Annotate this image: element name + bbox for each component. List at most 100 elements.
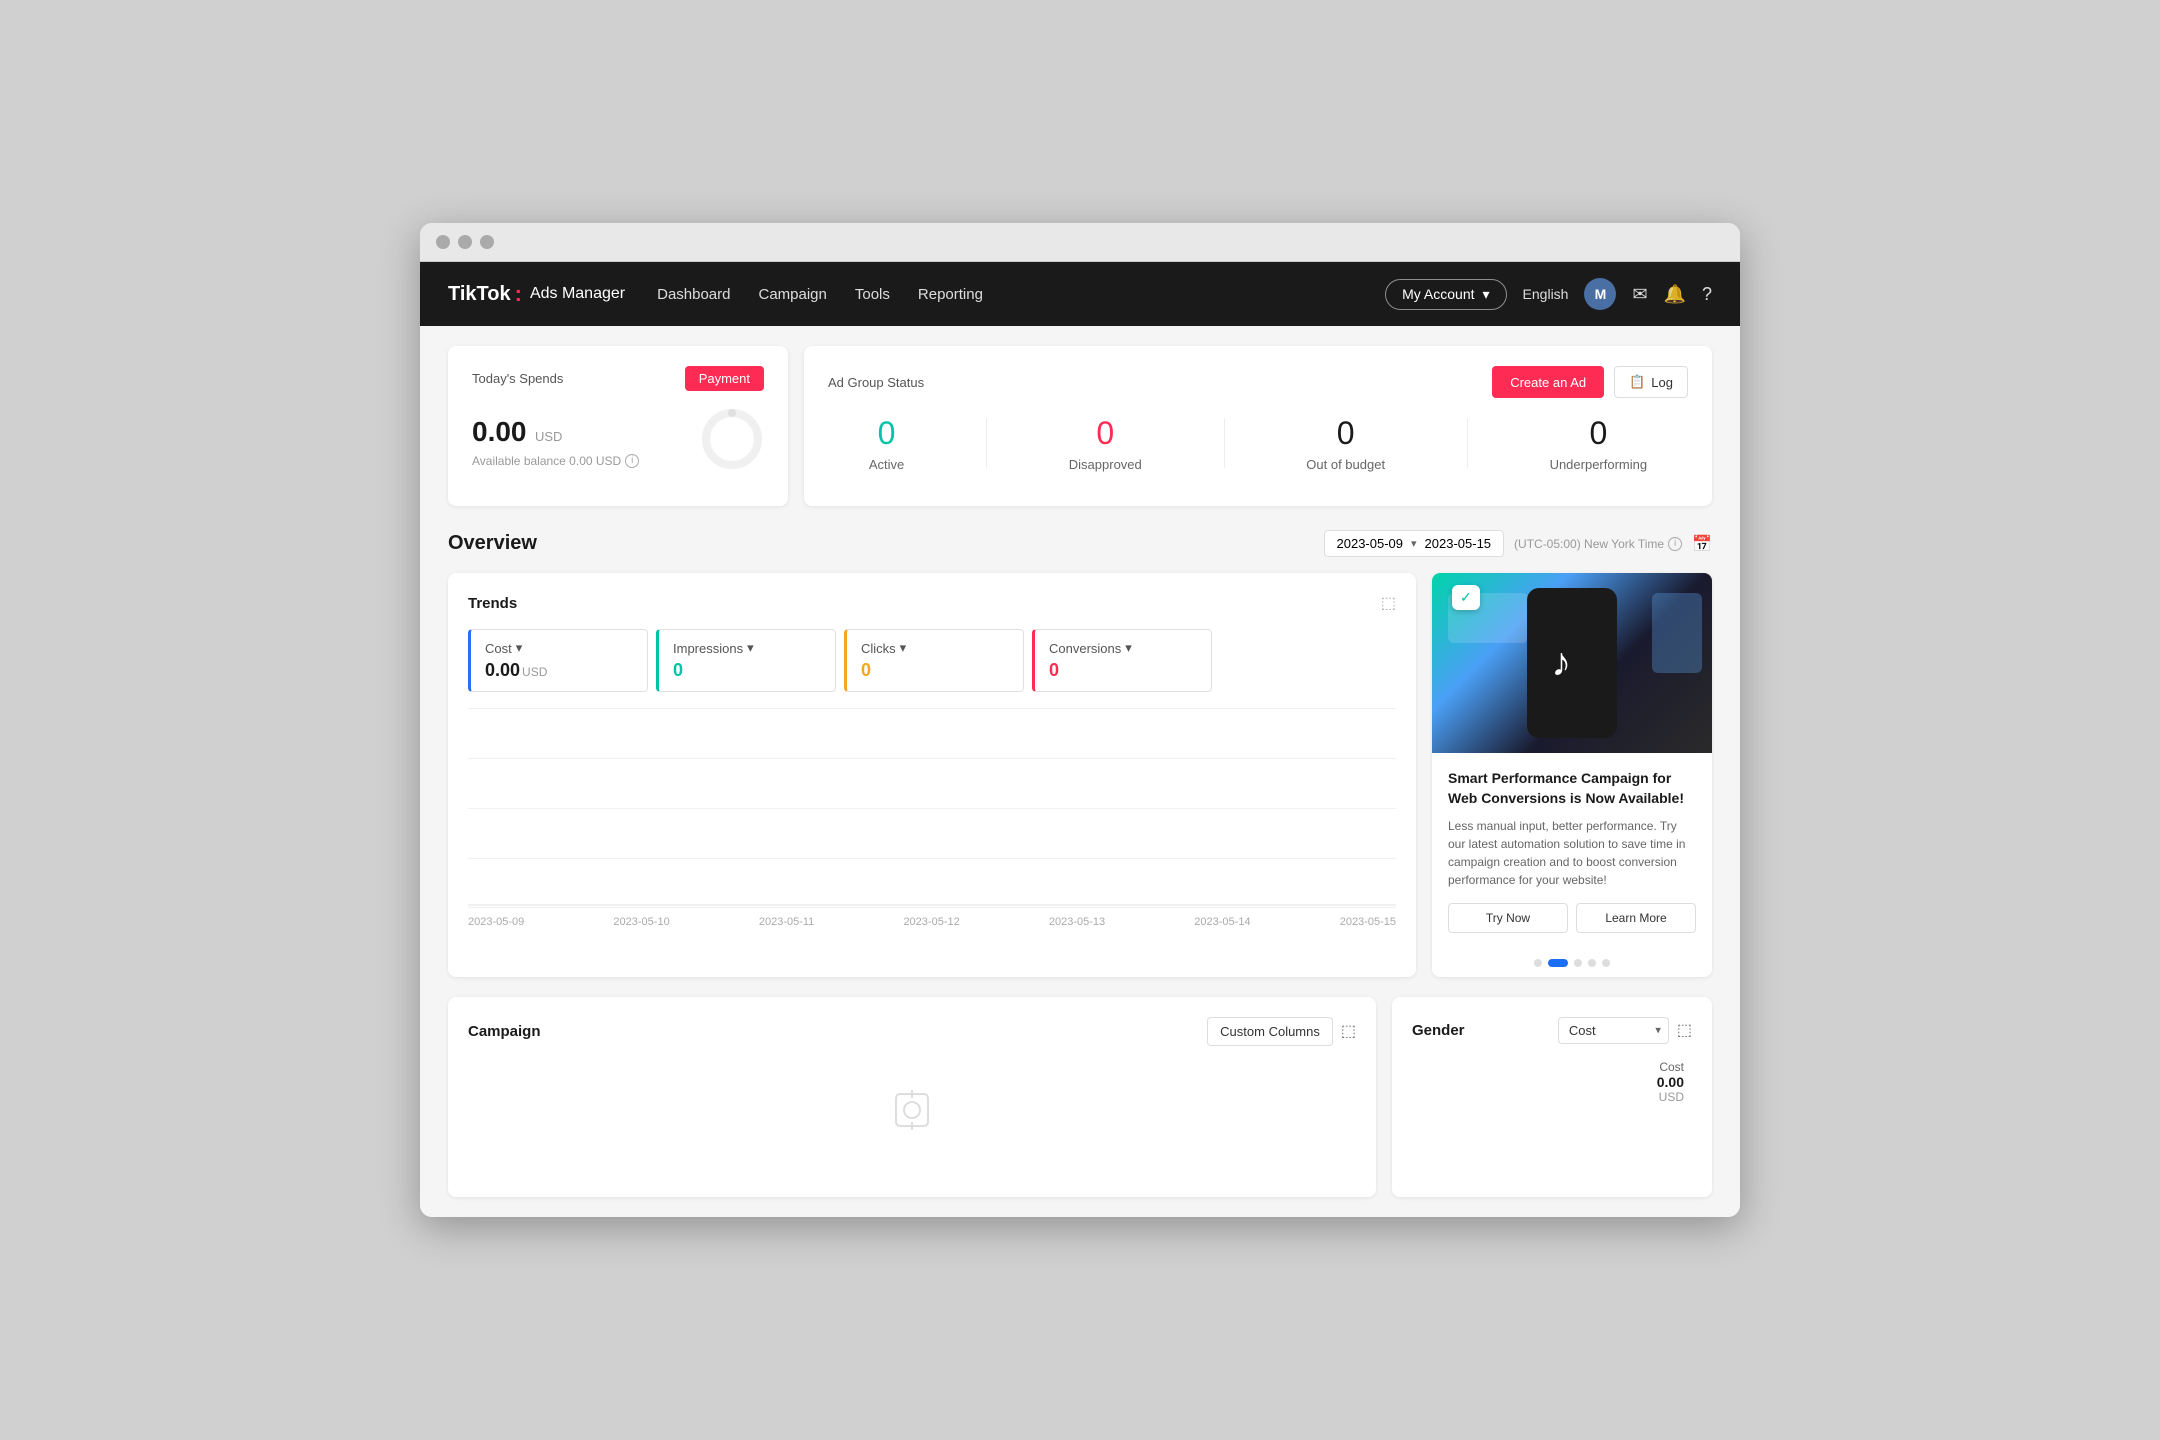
cost-dropdown[interactable]: Cost Impressions Clicks	[1558, 1017, 1669, 1044]
bell-icon[interactable]: 🔔	[1664, 284, 1686, 305]
date-start: 2023-05-09	[1337, 536, 1404, 551]
trends-card: Trends ⬚ Cost ▾ 0.00USD	[448, 573, 1416, 976]
metric-pill-conversions[interactable]: Conversions ▾ 0	[1032, 629, 1212, 692]
balance-info-icon[interactable]: i	[625, 454, 639, 468]
gender-chart-area: Cost 0.00 USD	[1412, 1060, 1692, 1104]
promo-dot-5[interactable]	[1602, 959, 1610, 967]
x-label-4: 2023-05-13	[1049, 916, 1105, 928]
promo-title: Smart Performance Campaign for Web Conve…	[1448, 769, 1696, 808]
status-underperforming-label: Underperforming	[1550, 457, 1648, 472]
create-ad-button[interactable]: Create an Ad	[1492, 366, 1604, 398]
my-account-button[interactable]: My Account ▾	[1385, 279, 1506, 310]
campaign-header: Campaign Custom Columns ⬚	[468, 1017, 1356, 1046]
status-metric-disapproved: 0 Disapproved	[1069, 414, 1142, 471]
promo-dot-1[interactable]	[1534, 959, 1542, 967]
trends-chart-area	[468, 708, 1396, 908]
x-label-5: 2023-05-14	[1194, 916, 1250, 928]
nav-campaign[interactable]: Campaign	[759, 286, 827, 303]
overview-controls: 2023-05-09 ▾ 2023-05-15 (UTC-05:00) New …	[1324, 530, 1713, 557]
brand-subtitle: Ads Manager	[530, 285, 625, 303]
spends-donut-chart	[700, 407, 764, 476]
campaign-export-icon[interactable]: ⬚	[1341, 1021, 1356, 1041]
status-active-label: Active	[869, 457, 904, 472]
nav-dashboard[interactable]: Dashboard	[657, 286, 730, 303]
mail-icon[interactable]: ✉	[1632, 284, 1647, 305]
gender-cost-info: Cost 0.00 USD	[1657, 1060, 1684, 1104]
payment-button[interactable]: Payment	[685, 366, 764, 391]
spends-card: Today's Spends Payment 0.00 USD Availabl…	[448, 346, 788, 506]
metric-pill-cost[interactable]: Cost ▾ 0.00USD	[468, 629, 648, 692]
log-button[interactable]: 📋 Log	[1614, 366, 1688, 398]
gender-card: Gender Cost Impressions Clicks ⬚	[1392, 997, 1712, 1197]
cost-chevron: ▾	[516, 640, 523, 656]
x-label-1: 2023-05-10	[613, 916, 669, 928]
trends-title: Trends	[468, 595, 517, 612]
status-actions: Create an Ad 📋 Log	[1492, 366, 1688, 398]
status-out-of-budget-count: 0	[1306, 414, 1385, 452]
status-divider-1	[986, 418, 987, 467]
status-metric-out-of-budget: 0 Out of budget	[1306, 414, 1385, 471]
main-content: Today's Spends Payment 0.00 USD Availabl…	[420, 326, 1740, 1216]
cost-label: Cost ▾	[485, 640, 633, 656]
overview-section: Overview 2023-05-09 ▾ 2023-05-15 (UTC-05…	[448, 530, 1712, 976]
tiktok-logo-svg: ♪	[1547, 634, 1597, 692]
promo-dot-2[interactable]	[1548, 959, 1568, 967]
my-account-label: My Account	[1402, 286, 1474, 302]
status-disapproved-label: Disapproved	[1069, 457, 1142, 472]
overview-title: Overview	[448, 532, 537, 555]
nav-reporting[interactable]: Reporting	[918, 286, 983, 303]
trends-export-icon[interactable]: ⬚	[1381, 593, 1396, 613]
status-title: Ad Group Status	[828, 375, 924, 390]
gender-title: Gender	[1412, 1022, 1465, 1039]
nav-links: Dashboard Campaign Tools Reporting	[657, 286, 1353, 303]
chevron-down-icon: ▾	[1483, 286, 1490, 303]
status-divider-2	[1224, 418, 1225, 467]
brand-colon: :	[515, 281, 522, 307]
status-metric-active: 0 Active	[869, 414, 904, 471]
gender-export-icon[interactable]: ⬚	[1677, 1020, 1692, 1040]
brand-logo: TikTok: Ads Manager	[448, 281, 625, 307]
promo-phone: ♪	[1527, 588, 1617, 738]
campaign-title: Campaign	[468, 1023, 541, 1040]
custom-columns-button[interactable]: Custom Columns	[1207, 1017, 1333, 1046]
gender-header: Gender Cost Impressions Clicks ⬚	[1412, 1017, 1692, 1044]
user-avatar[interactable]: M	[1584, 278, 1616, 310]
spends-body: 0.00 USD Available balance 0.00 USD i	[472, 407, 764, 476]
metric-pill-impressions[interactable]: Impressions ▾ 0	[656, 629, 836, 692]
metric-pill-clicks[interactable]: Clicks ▾ 0	[844, 629, 1024, 692]
promo-dot-4[interactable]	[1588, 959, 1596, 967]
promo-pagination-dots	[1432, 949, 1712, 977]
timezone-info-icon[interactable]: i	[1668, 537, 1682, 551]
help-icon[interactable]: ?	[1702, 284, 1712, 305]
traffic-light-minimize[interactable]	[458, 235, 472, 249]
promo-decoration-2	[1652, 593, 1702, 673]
svg-text:♪: ♪	[1551, 641, 1571, 685]
promo-dot-3[interactable]	[1574, 959, 1582, 967]
date-range-picker[interactable]: 2023-05-09 ▾ 2023-05-15	[1324, 530, 1505, 557]
gender-cost-currency: USD	[1657, 1090, 1684, 1104]
try-now-button[interactable]: Try Now	[1448, 903, 1568, 933]
status-card: Ad Group Status Create an Ad 📋 Log 0	[804, 346, 1712, 506]
nav-tools[interactable]: Tools	[855, 286, 890, 303]
browser-window: TikTok: Ads Manager Dashboard Campaign T…	[420, 223, 1740, 1216]
campaign-actions: Custom Columns ⬚	[1207, 1017, 1356, 1046]
status-out-of-budget-label: Out of budget	[1306, 457, 1385, 472]
traffic-light-expand[interactable]	[480, 235, 494, 249]
overview-header: Overview 2023-05-09 ▾ 2023-05-15 (UTC-05…	[448, 530, 1712, 557]
calendar-icon[interactable]: 📅	[1692, 534, 1712, 554]
x-label-0: 2023-05-09	[468, 916, 524, 928]
campaign-card: Campaign Custom Columns ⬚	[448, 997, 1376, 1197]
log-icon: 📋	[1629, 374, 1645, 390]
campaign-empty-state	[468, 1046, 1356, 1154]
status-header: Ad Group Status Create an Ad 📋 Log	[828, 366, 1688, 398]
clicks-value: 0	[861, 660, 1009, 681]
traffic-light-close[interactable]	[436, 235, 450, 249]
language-selector[interactable]: English	[1523, 286, 1569, 302]
status-divider-3	[1467, 418, 1468, 467]
learn-more-button[interactable]: Learn More	[1576, 903, 1696, 933]
clicks-chevron: ▾	[900, 640, 907, 656]
cost-value: 0.00USD	[485, 660, 633, 681]
cost-unit: USD	[522, 665, 547, 679]
gender-cost-label: Cost	[1657, 1060, 1684, 1074]
gender-cost-value: 0.00	[1657, 1074, 1684, 1090]
